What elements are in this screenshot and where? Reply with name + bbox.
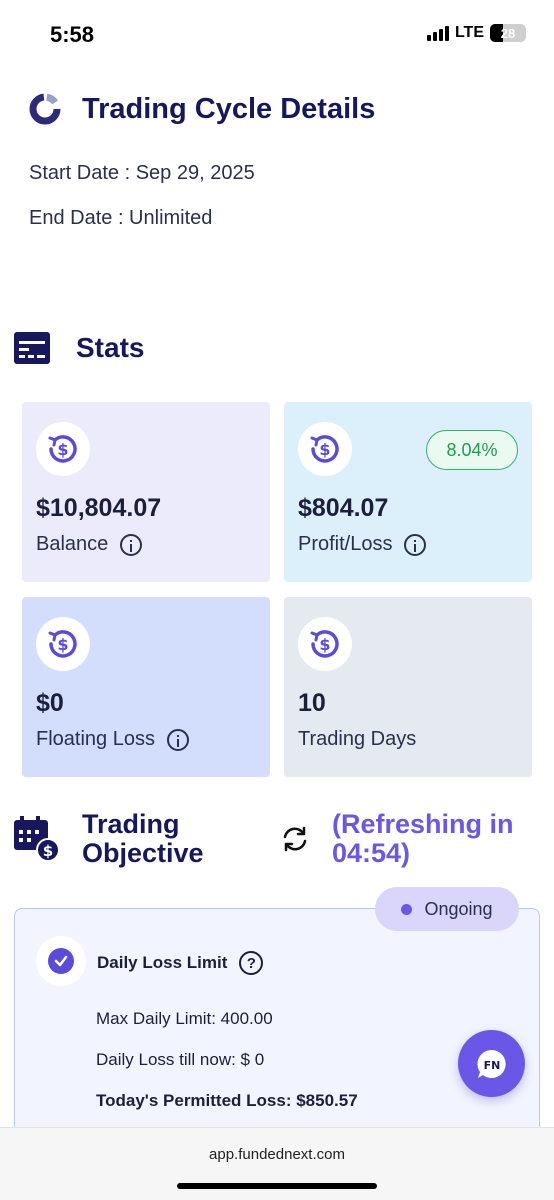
stats-title: Stats <box>76 332 145 363</box>
profit-loss-label-text: Profit/Loss <box>298 533 393 555</box>
svg-text:$: $ <box>319 635 330 654</box>
page-title: Trading Cycle Details <box>82 92 376 125</box>
balance-label-text: Balance <box>36 533 109 555</box>
floating-loss-label-text: Floating Loss <box>36 728 155 750</box>
stats-header: Stats <box>14 332 144 364</box>
status-dot-icon <box>401 903 413 915</box>
help-icon[interactable]: ? <box>239 951 264 975</box>
permitted-loss: Today's Permitted Loss: $850.57 <box>96 1091 358 1110</box>
refresh-countdown: (Refreshing in 04:54) <box>332 809 514 868</box>
status-time: 5:58 <box>50 22 95 47</box>
battery-icon: 28 <box>490 24 526 42</box>
status-text: Ongoing <box>424 898 493 919</box>
profit-loss-label: Profit/Loss <box>298 533 427 556</box>
cycle-icon <box>29 93 61 125</box>
balance-card: $ $10,804.07 Balance <box>22 402 270 582</box>
status-bar: 5:58 LTE 28 <box>0 0 554 70</box>
objective-title: Trading Objective <box>82 809 204 868</box>
trading-days-label: Trading Days <box>298 728 416 751</box>
check-circle-icon <box>36 936 86 986</box>
svg-text:$: $ <box>319 440 330 459</box>
svg-text:$: $ <box>43 842 53 860</box>
dollar-refresh-icon: $ <box>298 422 352 476</box>
rule-title: Daily Loss Limit ? <box>97 951 264 975</box>
start-date: Start Date : Sep 29, 2025 <box>29 162 255 184</box>
svg-text:FN: FN <box>483 1059 500 1072</box>
floating-loss-card: $ $0 Floating Loss <box>22 597 270 777</box>
browser-url-bar[interactable]: app.fundednext.com <box>0 1127 554 1200</box>
dollar-refresh-icon: $ <box>298 617 352 671</box>
svg-text:$: $ <box>57 440 68 459</box>
url-text[interactable]: app.fundednext.com <box>0 1146 554 1163</box>
info-icon[interactable] <box>404 533 427 556</box>
trading-days-value: 10 <box>298 689 326 717</box>
battery-level: 28 <box>500 25 516 41</box>
refresh-icon[interactable] <box>280 824 310 854</box>
floating-loss-label: Floating Loss <box>36 728 189 751</box>
status-indicators: LTE 28 <box>426 24 526 42</box>
home-indicator[interactable] <box>177 1183 377 1189</box>
profit-loss-value: $804.07 <box>298 494 389 522</box>
balance-label: Balance <box>36 533 143 556</box>
info-icon[interactable] <box>120 533 143 556</box>
trading-days-label-text: Trading Days <box>298 728 417 750</box>
svg-text:$: $ <box>57 635 68 654</box>
trading-days-card: $ 10 Trading Days <box>284 597 532 777</box>
dollar-refresh-icon: $ <box>36 617 90 671</box>
daily-loss-till-now: Daily Loss till now: $ 0 <box>96 1050 265 1069</box>
end-date: End Date : Unlimited <box>29 207 213 229</box>
cycle-header: Trading Cycle Details <box>28 92 375 126</box>
objective-header: $ Trading Objective (Refreshing in 04:54… <box>14 810 544 870</box>
profit-loss-card: $ 8.04% $804.07 Profit/Loss <box>284 402 532 582</box>
network-label: LTE <box>454 24 484 41</box>
rule-title-text: Daily Loss Limit <box>97 953 228 972</box>
max-daily-limit: Max Daily Limit: 400.00 <box>96 1009 273 1028</box>
chat-bubble-icon: FN <box>476 1049 506 1078</box>
status-badge: Ongoing <box>375 887 519 931</box>
info-icon[interactable] <box>166 728 189 751</box>
stats-card-icon <box>14 332 50 364</box>
signal-icon <box>426 25 449 41</box>
calendar-dollar-icon: $ <box>14 816 60 862</box>
balance-value: $10,804.07 <box>36 494 162 522</box>
dollar-refresh-icon: $ <box>36 422 90 476</box>
profit-percent-badge: 8.04% <box>426 430 518 470</box>
chat-button[interactable]: FN <box>458 1030 525 1097</box>
floating-loss-value: $0 <box>36 689 64 717</box>
